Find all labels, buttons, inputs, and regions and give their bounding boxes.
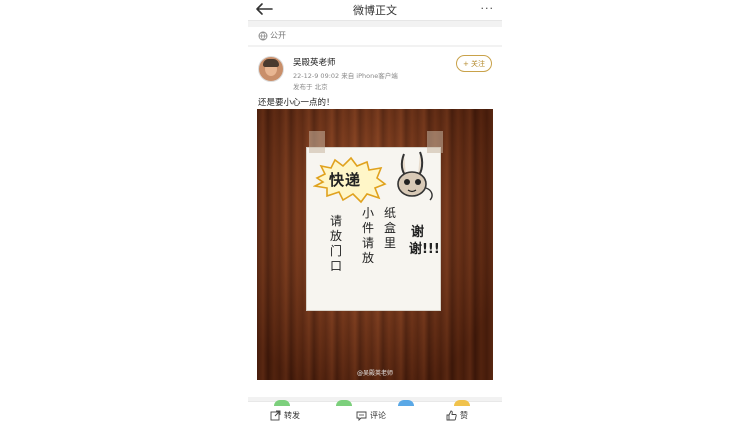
- avatar[interactable]: [258, 56, 284, 82]
- weibo-post-screen: 微博正文 ··· 公开 吴殿英老师 22-12-9 09:02 来自 iPhon…: [248, 0, 502, 430]
- comment-label: 评论: [370, 411, 386, 420]
- follow-button[interactable]: + 关注: [456, 55, 492, 72]
- post-card: 吴殿英老师 22-12-9 09:02 来自 iPhone客户端 发布于 北京 …: [248, 47, 502, 397]
- repost-icon: [270, 410, 281, 421]
- post-text: 还是要小心一点的！: [258, 98, 335, 108]
- repost-button[interactable]: 转发: [270, 410, 300, 421]
- sign-col-3: 纸盒里: [383, 206, 396, 250]
- username[interactable]: 吴殿英老师: [293, 56, 336, 68]
- thumbs-up-icon: [446, 410, 457, 421]
- globe-icon: [258, 31, 268, 41]
- action-bar: 转发 评论 赞: [248, 400, 502, 430]
- visibility-bar: 公开: [248, 27, 502, 45]
- post-meta: 22-12-9 09:02 来自 iPhone客户端: [293, 72, 398, 80]
- page-title: 微博正文: [353, 4, 397, 17]
- sign-col-2: 小件请放: [361, 206, 374, 265]
- sign-col-1: 请放门口: [329, 214, 342, 273]
- photo-watermark: @吴殿英老师: [357, 370, 394, 377]
- post-photo[interactable]: 快递 请放门口 小件请放 纸盒里 谢谢!!! @吴殿英老师: [257, 109, 493, 380]
- post-location: 发布于 北京: [293, 83, 328, 91]
- bunny-drawing-icon: [397, 151, 433, 201]
- visibility-label: 公开: [270, 31, 286, 40]
- sign-headline: 快递: [329, 171, 362, 189]
- top-nav-bar: 微博正文 ···: [248, 0, 502, 21]
- comment-button[interactable]: 评论: [356, 410, 386, 421]
- more-options-icon[interactable]: ···: [481, 2, 495, 15]
- comment-icon: [356, 411, 367, 421]
- repost-label: 转发: [284, 411, 300, 420]
- sign-col-4: 谢谢!!!: [409, 225, 440, 257]
- like-button[interactable]: 赞: [446, 410, 468, 421]
- like-label: 赞: [460, 411, 468, 420]
- delivery-sign: 快递 请放门口 小件请放 纸盒里 谢谢!!!: [306, 147, 441, 311]
